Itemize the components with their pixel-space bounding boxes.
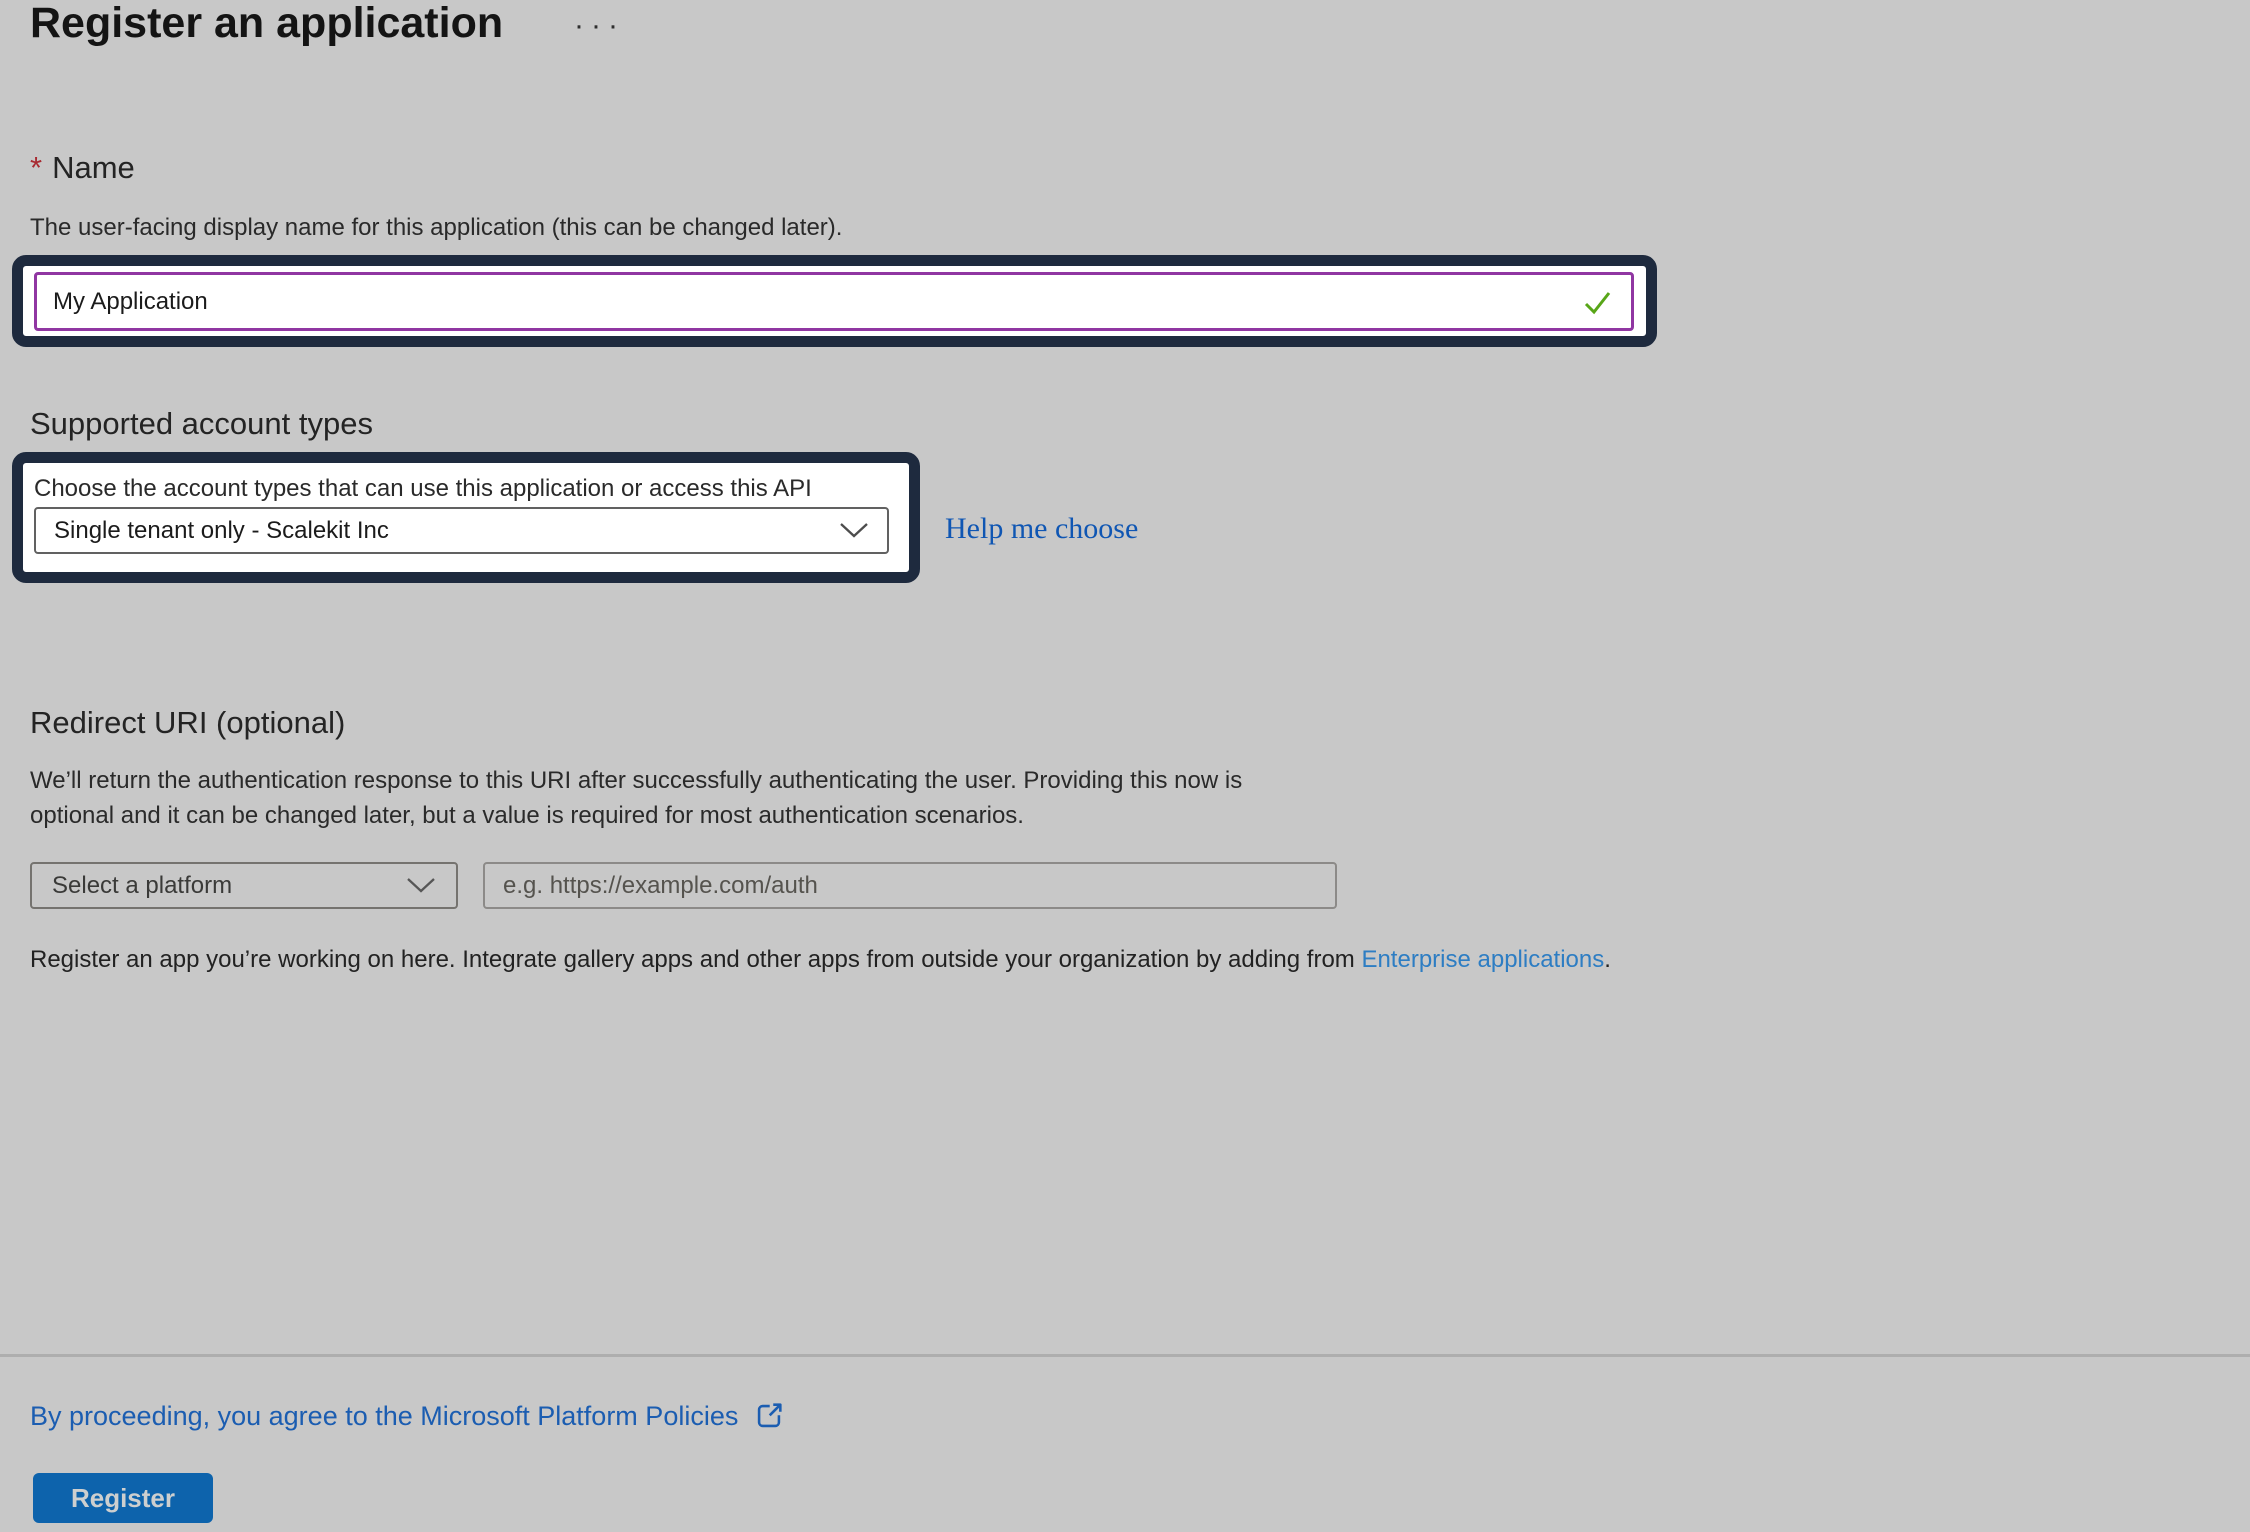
name-description: The user-facing display name for this ap… [30,210,842,245]
more-options-icon[interactable]: ··· [574,0,625,52]
platform-dropdown[interactable]: Select a platform [30,862,458,909]
redirect-description-line2: optional and it can be changed later, bu… [30,798,1430,833]
register-button[interactable]: Register [33,1473,213,1523]
redirect-description-line1: We’ll return the authentication response… [30,763,1430,798]
enterprise-apps-note: Register an app you’re working on here. … [30,946,1611,974]
enterprise-applications-link[interactable]: Enterprise applications [1361,946,1604,973]
account-type-dropdown[interactable]: Single tenant only - Scalekit Inc [34,507,889,554]
valid-check-icon [1579,284,1615,320]
external-link-icon [752,1399,786,1433]
platform-dropdown-placeholder: Select a platform [52,872,232,900]
platform-policies-link-text: By proceeding, you agree to the Microsof… [30,1401,738,1432]
required-asterisk: * [30,150,42,185]
footer-divider [0,1354,2250,1357]
enterprise-note-text: Register an app you’re working on here. … [30,946,1361,973]
name-input[interactable] [53,288,1579,316]
redirect-uri-input[interactable] [483,862,1337,909]
name-label-text: Name [52,150,135,185]
redirect-uri-heading: Redirect URI (optional) [30,705,345,741]
name-field-label: * Name [30,150,135,186]
help-me-choose-link[interactable]: Help me choose [945,512,1138,546]
account-types-heading: Supported account types [30,406,373,442]
chevron-down-icon [406,877,436,894]
chevron-down-icon [839,522,869,539]
redirect-uri-description: We’ll return the authentication response… [30,763,1430,833]
platform-policies-link[interactable]: By proceeding, you agree to the Microsof… [30,1399,786,1433]
name-input-wrapper[interactable] [34,272,1634,331]
account-types-question: Choose the account types that can use th… [34,471,894,506]
enterprise-note-period: . [1604,946,1611,973]
account-type-selected-value: Single tenant only - Scalekit Inc [54,517,389,545]
page-title: Register an application [30,0,503,52]
